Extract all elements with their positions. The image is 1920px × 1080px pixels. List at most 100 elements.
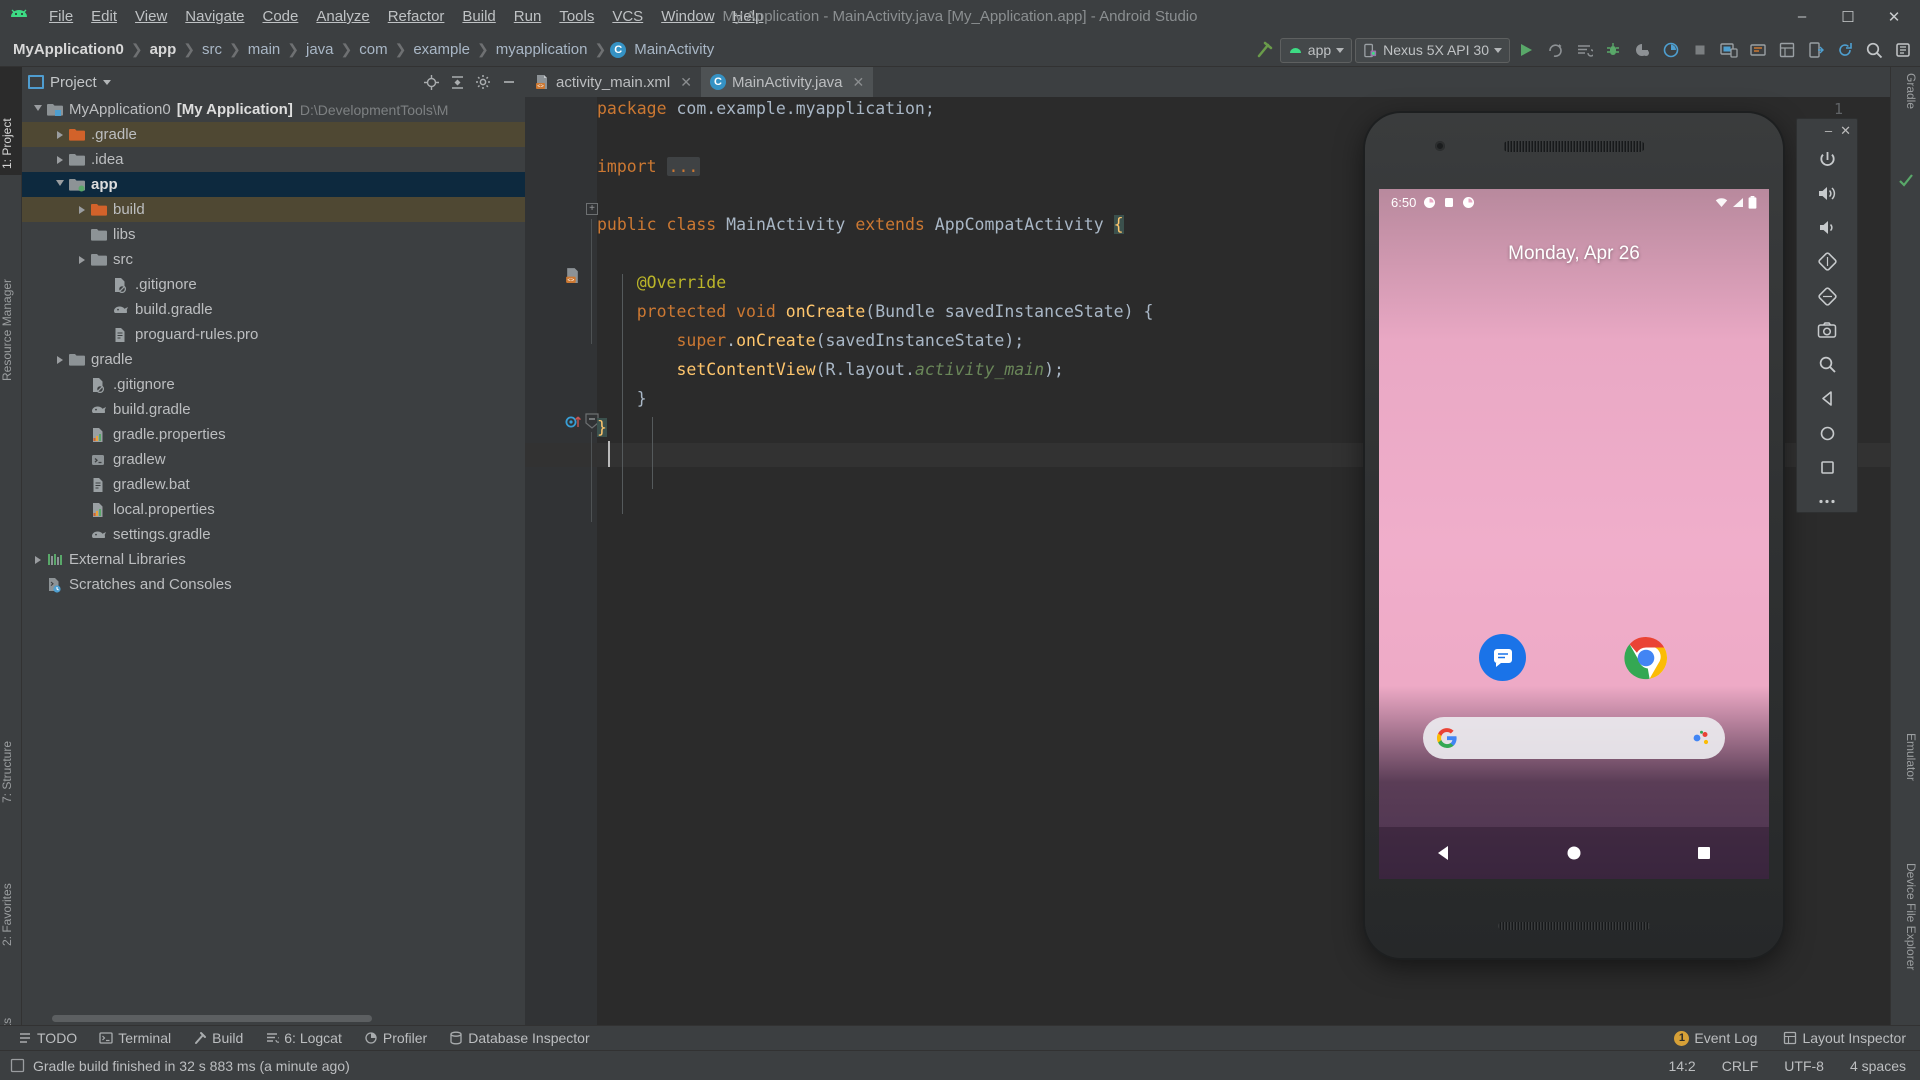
- tree-row[interactable]: gradle: [22, 347, 525, 372]
- bottom-tab-event-log[interactable]: 1 Event Log: [1674, 1030, 1757, 1046]
- sidebar-item-structure[interactable]: 7: Structure: [0, 687, 22, 809]
- attach-debugger-icon[interactable]: [1629, 37, 1655, 63]
- bottom-tab-logcat[interactable]: 6: Logcat: [265, 1030, 342, 1046]
- run-button[interactable]: [1513, 37, 1539, 63]
- tree-row[interactable]: local.properties: [22, 497, 525, 522]
- breadcrumb-src[interactable]: src: [199, 40, 225, 59]
- indent-setting[interactable]: 4 spaces: [1850, 1058, 1906, 1074]
- breadcrumb-project[interactable]: MyApplication0: [10, 40, 127, 59]
- breadcrumb-main[interactable]: main: [245, 40, 284, 59]
- tree-expand-arrow-icon[interactable]: [30, 102, 46, 118]
- device-selector[interactable]: Nexus 5X API 30: [1355, 37, 1510, 63]
- tree-row[interactable]: gradle.properties: [22, 422, 525, 447]
- emulator-screen[interactable]: 6:50 Monday, Apr 26: [1379, 189, 1769, 879]
- code-line[interactable]: package com.example.myapplication;: [597, 97, 935, 121]
- tree-expand-arrow-icon[interactable]: [52, 352, 68, 368]
- breadcrumb-myapplication[interactable]: myapplication: [493, 40, 591, 59]
- avd-manager-icon[interactable]: [1716, 37, 1742, 63]
- layout-inspector-icon[interactable]: [1774, 37, 1800, 63]
- breadcrumb-com[interactable]: com: [356, 40, 390, 59]
- menu-item-help[interactable]: Help: [724, 5, 773, 28]
- menu-item-view[interactable]: View: [126, 5, 176, 28]
- code-line[interactable]: setContentView(R.layout.activity_main);: [597, 358, 1063, 382]
- code-line[interactable]: import ...: [597, 155, 701, 179]
- tree-expand-arrow-icon[interactable]: [30, 552, 46, 568]
- tree-row[interactable]: External Libraries: [22, 547, 525, 572]
- tree-row[interactable]: gradlew: [22, 447, 525, 472]
- breadcrumb-app[interactable]: app: [147, 40, 180, 59]
- tab-mainactivity-java[interactable]: C MainActivity.java ✕: [700, 67, 874, 97]
- sidebar-item-emulator[interactable]: Emulator: [1896, 727, 1918, 827]
- messages-icon[interactable]: [1479, 634, 1526, 681]
- line-separator[interactable]: CRLF: [1722, 1058, 1759, 1074]
- sidebar-item-favorites[interactable]: 2: Favorites: [0, 827, 22, 952]
- tree-row[interactable]: .gradle: [22, 122, 525, 147]
- power-icon[interactable]: [1812, 149, 1842, 169]
- tree-row[interactable]: src: [22, 247, 525, 272]
- stop-icon[interactable]: [1687, 37, 1713, 63]
- bottom-tab-build[interactable]: Build: [193, 1030, 243, 1046]
- breadcrumb-java[interactable]: java: [303, 40, 337, 59]
- close-icon[interactable]: ✕: [680, 74, 692, 91]
- tree-expand-arrow-icon[interactable]: [52, 152, 68, 168]
- menu-item-navigate[interactable]: Navigate: [176, 5, 253, 28]
- tree-row[interactable]: settings.gradle: [22, 522, 525, 547]
- device-file-explorer-icon[interactable]: [1803, 37, 1829, 63]
- module-selector[interactable]: app: [1279, 37, 1353, 63]
- menu-item-file[interactable]: File: [40, 5, 82, 28]
- more-icon[interactable]: [1812, 492, 1842, 512]
- tree-row[interactable]: .gitignore: [22, 272, 525, 297]
- code-line[interactable]: public class MainActivity extends AppCom…: [597, 213, 1124, 237]
- hide-icon[interactable]: [499, 72, 519, 92]
- menu-item-build[interactable]: Build: [453, 5, 504, 28]
- menu-item-edit[interactable]: Edit: [82, 5, 126, 28]
- overview-icon[interactable]: [1812, 457, 1842, 477]
- google-search-bar[interactable]: [1423, 717, 1725, 759]
- sidebar-item-resource-manager[interactable]: Resource Manager: [0, 207, 22, 387]
- sidebar-item-device-file-explorer[interactable]: Device File Explorer: [1896, 857, 1918, 1042]
- tree-expand-arrow-icon[interactable]: [52, 177, 68, 193]
- breadcrumb-mainactivity[interactable]: MainActivity: [631, 40, 717, 59]
- close-button[interactable]: ✕: [1874, 4, 1914, 30]
- sync-gradle-icon[interactable]: [1832, 37, 1858, 63]
- tree-row[interactable]: .gitignore: [22, 372, 525, 397]
- tree-row[interactable]: build.gradle: [22, 297, 525, 322]
- menu-item-vcs[interactable]: VCS: [603, 5, 652, 28]
- tree-row[interactable]: .idea: [22, 147, 525, 172]
- menu-item-run[interactable]: Run: [505, 5, 551, 28]
- debug-icon[interactable]: [1600, 37, 1626, 63]
- breadcrumb-example[interactable]: example: [410, 40, 473, 59]
- menu-item-refactor[interactable]: Refactor: [379, 5, 454, 28]
- tree-row[interactable]: libs: [22, 222, 525, 247]
- menu-item-code[interactable]: Code: [253, 5, 307, 28]
- code-line[interactable]: @Override: [597, 271, 726, 295]
- tree-row[interactable]: Scratches and Consoles: [22, 572, 525, 597]
- bottom-tab-todo[interactable]: TODO: [18, 1030, 77, 1046]
- screenshot-icon[interactable]: [1812, 320, 1842, 340]
- profiler-icon[interactable]: [1658, 37, 1684, 63]
- tree-expand-arrow-icon[interactable]: [52, 127, 68, 143]
- maximize-button[interactable]: ☐: [1828, 4, 1868, 30]
- search-icon[interactable]: [1861, 37, 1887, 63]
- project-tree[interactable]: MyApplication0 [My Application] D:\Develop…: [22, 97, 525, 1011]
- volume-up-icon[interactable]: [1812, 183, 1842, 203]
- bottom-tab-database-inspector[interactable]: Database Inspector: [449, 1030, 590, 1046]
- code-line[interactable]: super.onCreate(savedInstanceState);: [597, 329, 1024, 353]
- tree-row[interactable]: proguard-rules.pro: [22, 322, 525, 347]
- settings-icon[interactable]: [1890, 37, 1916, 63]
- volume-down-icon[interactable]: [1812, 218, 1842, 238]
- menu-item-tools[interactable]: Tools: [550, 5, 603, 28]
- home-icon[interactable]: [1812, 423, 1842, 443]
- tree-row[interactable]: app: [22, 172, 525, 197]
- close-icon[interactable]: ✕: [853, 74, 865, 91]
- tree-row[interactable]: build: [22, 197, 525, 222]
- apply-code-changes-icon[interactable]: [1571, 37, 1597, 63]
- chrome-icon[interactable]: [1622, 634, 1669, 681]
- emulator-close-button[interactable]: ✕: [1840, 123, 1851, 139]
- minimize-button[interactable]: –: [1782, 4, 1822, 30]
- editor-gutter[interactable]: [525, 97, 597, 1025]
- file-encoding[interactable]: UTF-8: [1784, 1058, 1824, 1074]
- bottom-tab-profiler[interactable]: Profiler: [364, 1030, 427, 1046]
- menu-item-window[interactable]: Window: [652, 5, 723, 28]
- rotate-left-icon[interactable]: [1812, 252, 1842, 272]
